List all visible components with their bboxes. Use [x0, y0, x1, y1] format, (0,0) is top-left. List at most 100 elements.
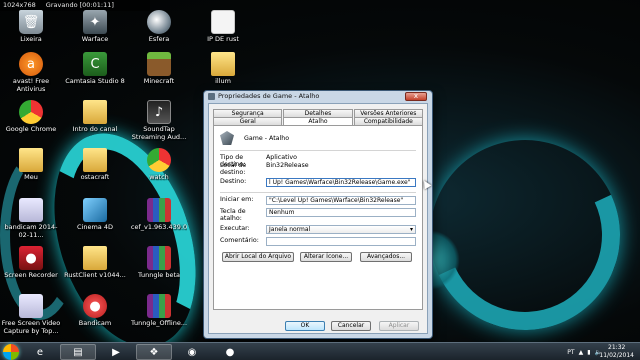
comentario-input[interactable] [266, 237, 416, 246]
dialog-titlebar[interactable]: Propriedades de Game - Atalho [208, 92, 319, 101]
desktop-icon-ip-de-rust[interactable]: IP DE rust [192, 10, 254, 56]
change-icon-button[interactable]: Alterar Ícone... [300, 252, 352, 262]
desktop-icon-ostacraft[interactable]: ostacraft [64, 148, 126, 194]
row-destino: Destino: l Up! Games\Warface\Bin32Releas… [220, 178, 416, 187]
taskbar-chrome-icon[interactable]: ◉ [174, 344, 210, 360]
desktop-icon-soundtap[interactable]: ♪ SoundTap Streaming Aud... [128, 100, 190, 146]
ok-button[interactable]: OK [285, 321, 325, 331]
row-executar: Executar: Janela normal ▾ [220, 225, 416, 234]
winrar-icon [147, 294, 171, 318]
properties-dialog: Propriedades de Game - Atalho x Seguranç… [203, 90, 433, 339]
folder-icon [83, 246, 107, 270]
sphere-icon [147, 10, 171, 34]
tab-compatibilidade[interactable]: Compatibilidade [353, 117, 423, 125]
desktop-icon-bandicam-file[interactable]: bandicam 2014-02-11... [0, 198, 62, 244]
avast-icon: a [19, 52, 43, 76]
desktop-icon-watch[interactable]: watch [128, 148, 190, 194]
desktop-icon-minecraft[interactable]: Minecraft [128, 52, 190, 98]
desktop-icon-tunngle-offline[interactable]: Tunngle_Offline... [128, 294, 190, 340]
executar-select[interactable]: Janela normal ▾ [266, 225, 416, 234]
row-local-destino: Local de destino: Bin32Release [220, 162, 416, 176]
taskbar: e ▤ ▶ ❖ ◉ ● PT ▲ ▮ 🔈 21:32 11/02/2014 [0, 342, 640, 360]
tecla-atalho-label: Tecla de atalho: [220, 208, 246, 222]
iniciar-em-input[interactable]: "C:\Level Up! Games\Warface\Bin32Release… [266, 196, 416, 205]
executar-value: Janela normal [269, 226, 311, 233]
desktop-icon-intro-do-canal[interactable]: Intro do canal [64, 100, 126, 146]
taskbar-bandicam-icon[interactable]: ● [212, 344, 248, 360]
chrome-icon [147, 148, 171, 172]
folder-icon [83, 148, 107, 172]
tipo-destino-value: Aplicativo [266, 154, 297, 161]
network-icon[interactable]: ▮ [587, 349, 590, 356]
warface-icon: ✦ [83, 10, 107, 34]
desktop-icon-avast[interactable]: a avast! Free Antivirus [0, 52, 62, 98]
advanced-button[interactable]: Avançados... [360, 252, 412, 262]
open-file-location-button[interactable]: Abrir Local do Arquivo [222, 252, 294, 262]
destino-label: Destino: [220, 178, 247, 185]
winrar-icon [147, 198, 171, 222]
local-destino-value: Bin32Release [266, 162, 309, 169]
desktop-icon-lixeira[interactable]: 🗑 Lixeira [0, 10, 62, 56]
taskbar-media-player-icon[interactable]: ▶ [98, 344, 134, 360]
desktop-icon-free-screen-video[interactable]: Free Screen Video Capture by Top... [0, 294, 62, 340]
start-button[interactable] [3, 344, 19, 360]
text-file-icon [211, 10, 235, 34]
desktop-icon-esfera[interactable]: Esfera [128, 10, 190, 56]
desktop-icon-chrome[interactable]: Google Chrome [0, 100, 62, 146]
cinema4d-icon [83, 198, 107, 222]
row-iniciar-em: Iniciar em: "C:\Level Up! Games\Warface\… [220, 196, 416, 205]
divider [220, 192, 416, 193]
camtasia-icon: C [83, 52, 107, 76]
desktop-icon-meu[interactable]: Meu [0, 148, 62, 194]
tab-detalhes[interactable]: Detalhes [283, 109, 353, 117]
tab-geral[interactable]: Geral [213, 117, 283, 125]
taskbar-ie-icon[interactable]: e [22, 344, 58, 360]
folder-icon [83, 100, 107, 124]
apply-button[interactable]: Aplicar [379, 321, 419, 331]
desktop-icon-camtasia[interactable]: C Camtasia Studio 8 [64, 52, 126, 98]
taskbar-explorer-icon[interactable]: ▤ [60, 344, 96, 360]
minecraft-icon [147, 52, 171, 76]
desktop-icon-screen-recorder[interactable]: ● Screen Recorder [0, 246, 62, 292]
screen-capture-icon [19, 294, 43, 318]
chevron-down-icon: ▾ [409, 226, 413, 233]
language-indicator[interactable]: PT [567, 349, 574, 356]
screen-recorder-icon: ● [19, 246, 43, 270]
dialog-title: Propriedades de Game - Atalho [218, 92, 320, 100]
shortcut-panel: Game - Atalho Tipo de destino: Aplicativ… [213, 125, 423, 310]
iniciar-em-label: Iniciar em: [220, 196, 254, 203]
desktop-icon-bandicam[interactable]: ● Bandicam [64, 294, 126, 340]
chrome-icon [19, 100, 43, 124]
folder-icon [211, 52, 235, 76]
desktop-icon-cinema4d[interactable]: Cinema 4D [64, 198, 126, 244]
dialog-body: Segurança Detalhes Versões Anteriores Ge… [208, 103, 428, 334]
desktop-icon-warface[interactable]: ✦ Warface [64, 10, 126, 56]
close-button[interactable]: x [405, 92, 427, 101]
desktop-icon-rustclient[interactable]: RustClient v1044... [64, 246, 126, 292]
shortcut-name: Game - Atalho [244, 134, 290, 142]
tab-seguranca[interactable]: Segurança [213, 109, 283, 117]
folder-icon [19, 148, 43, 172]
local-destino-label: Local de destino: [220, 162, 247, 176]
tecla-atalho-input[interactable]: Nenhum [266, 208, 416, 217]
desktop-icon-cef[interactable]: cef_v1.963.439.0 [128, 198, 190, 244]
clock-time: 21:32 [608, 344, 626, 351]
bandicam-icon: ● [83, 294, 107, 318]
clock[interactable]: 21:32 11/02/2014 [599, 344, 634, 359]
header-row: Game - Atalho [220, 131, 416, 145]
tab-atalho[interactable]: Atalho [283, 117, 353, 125]
row-tecla-atalho: Tecla de atalho: Nenhum [220, 208, 416, 222]
window-icon [208, 93, 215, 100]
taskbar-windows-icon[interactable]: ❖ [136, 344, 172, 360]
cancel-button[interactable]: Cancelar [331, 321, 371, 331]
tab-row-1: Segurança Detalhes Versões Anteriores [213, 109, 423, 117]
tab-versoes-anteriores[interactable]: Versões Anteriores [353, 109, 423, 117]
soundtap-icon: ♪ [147, 100, 171, 124]
destino-input[interactable]: l Up! Games\Warface\Bin32Release\Game.ex… [266, 178, 416, 187]
row-comentario: Comentário: [220, 237, 416, 246]
winrar-icon [147, 246, 171, 270]
desktop-icon-tunngle-beta[interactable]: Tunngle beta [128, 246, 190, 292]
recycle-bin-icon: 🗑 [19, 10, 43, 34]
tray-arrow-icon[interactable]: ▲ [579, 349, 584, 356]
system-tray: PT ▲ ▮ 🔈 [567, 343, 602, 360]
